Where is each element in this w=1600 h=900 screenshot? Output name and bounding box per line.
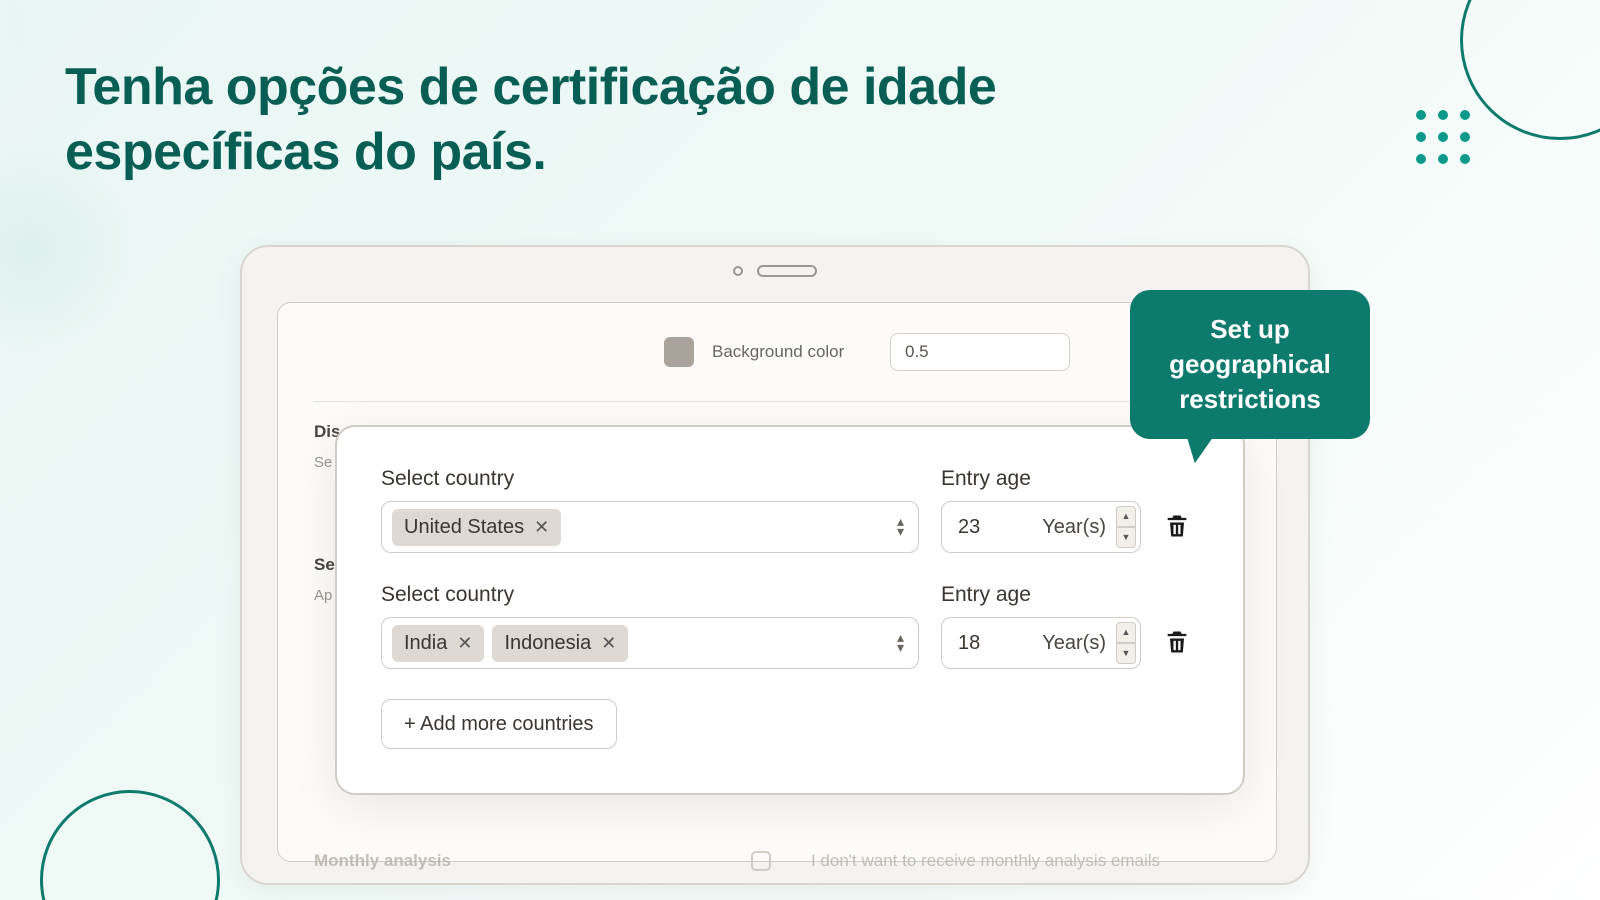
delete-row-button[interactable]: [1163, 527, 1191, 544]
monthly-analysis-row: Monthly analysis I don't want to receive…: [314, 851, 1240, 871]
remove-chip-icon[interactable]: ✕: [457, 633, 472, 654]
remove-chip-icon[interactable]: ✕: [534, 517, 549, 538]
device-notch: [733, 265, 817, 277]
country-multiselect[interactable]: India ✕ Indonesia ✕: [381, 617, 919, 669]
divider: [314, 401, 1240, 402]
age-up-button[interactable]: ▲: [1116, 506, 1136, 527]
monthly-heading: Monthly analysis: [314, 851, 451, 871]
select-country-label: Select country: [381, 467, 919, 491]
decorative-circle: [40, 790, 220, 900]
age-spinner: ▲ ▼: [1116, 622, 1136, 664]
country-chip: Indonesia ✕: [492, 625, 628, 662]
callout-bubble: Set up geographical restrictions: [1130, 290, 1370, 439]
country-chip: United States ✕: [392, 509, 561, 546]
monthly-checkbox[interactable]: [751, 851, 771, 871]
background-opacity-input[interactable]: [890, 333, 1070, 371]
color-swatch[interactable]: [664, 337, 694, 367]
country-age-row: Select country United States ✕ Entry age…: [381, 467, 1199, 553]
geo-restrictions-modal: Select country United States ✕ Entry age…: [335, 425, 1245, 795]
age-up-button[interactable]: ▲: [1116, 622, 1136, 643]
country-chip-label: United States: [404, 516, 524, 539]
age-spinner: ▲ ▼: [1116, 506, 1136, 548]
country-age-row: Select country India ✕ Indonesia ✕ Entry…: [381, 583, 1199, 669]
page-headline: Tenha opções de certificação de idade es…: [65, 55, 1165, 185]
entry-age-input[interactable]: 18 Year(s) ▲ ▼: [941, 617, 1141, 669]
age-value: 18: [958, 632, 980, 655]
country-chip: India ✕: [392, 625, 484, 662]
remove-chip-icon[interactable]: ✕: [601, 633, 616, 654]
age-value: 23: [958, 516, 980, 539]
add-more-countries-button[interactable]: + Add more countries: [381, 699, 617, 749]
delete-row-button[interactable]: [1163, 643, 1191, 660]
country-multiselect[interactable]: United States ✕: [381, 501, 919, 553]
select-country-label: Select country: [381, 583, 919, 607]
age-down-button[interactable]: ▼: [1116, 527, 1136, 548]
country-chip-label: India: [404, 632, 447, 655]
decorative-circle: [1460, 0, 1600, 140]
country-chip-label: Indonesia: [504, 632, 591, 655]
entry-age-input[interactable]: 23 Year(s) ▲ ▼: [941, 501, 1141, 553]
entry-age-label: Entry age: [941, 583, 1141, 607]
background-color-label: Background color: [712, 342, 872, 362]
trash-icon: [1163, 628, 1191, 656]
dropdown-caret-icon[interactable]: [897, 633, 904, 653]
age-down-button[interactable]: ▼: [1116, 643, 1136, 664]
age-unit: Year(s): [1042, 632, 1106, 655]
decorative-dot-grid: [1416, 110, 1470, 164]
age-unit: Year(s): [1042, 516, 1106, 539]
monthly-text: I don't want to receive monthly analysis…: [811, 851, 1160, 871]
dropdown-caret-icon[interactable]: [897, 517, 904, 537]
entry-age-label: Entry age: [941, 467, 1141, 491]
trash-icon: [1163, 512, 1191, 540]
